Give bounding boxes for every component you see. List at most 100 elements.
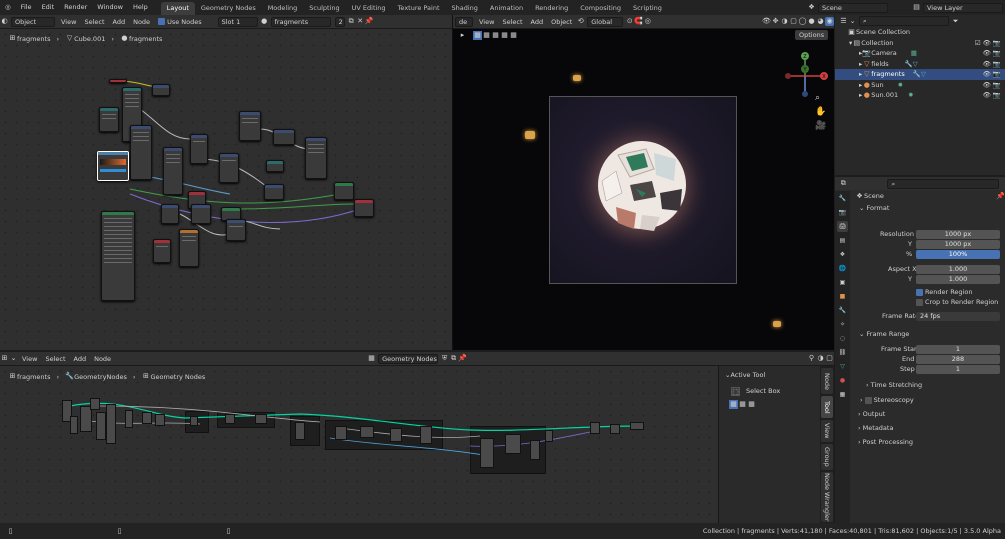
frame-rate-dropdown[interactable]: 24 fps: [916, 312, 1000, 321]
workspace-tab-compositing[interactable]: Compositing: [574, 2, 627, 15]
blender-logo-icon[interactable]: ◎: [0, 0, 16, 15]
node-tree-browse-icon[interactable]: ▦: [367, 354, 376, 363]
visibility-icons[interactable]: 👁 📷: [983, 80, 1001, 91]
pin-icon[interactable]: 📌: [996, 192, 1005, 201]
node[interactable]: [109, 79, 127, 83]
node[interactable]: [152, 84, 170, 96]
node[interactable]: [99, 107, 119, 132]
render-region-checkbox[interactable]: Render Region: [916, 288, 972, 297]
shading-wireframe-icon[interactable]: ◯: [798, 17, 807, 26]
copy-icon[interactable]: ⧉: [449, 354, 458, 363]
sun-data-icon[interactable]: ✹: [908, 91, 913, 99]
object-tab-icon[interactable]: ■: [837, 291, 848, 302]
filter-icon[interactable]: ⌄: [848, 17, 857, 26]
menu-node[interactable]: Node: [129, 15, 154, 29]
camera-view-icon[interactable]: 🎥: [815, 121, 826, 131]
workspace-tab-modeling[interactable]: Modeling: [262, 2, 304, 15]
active-tool-panel-header[interactable]: ⌄ Active Tool: [719, 369, 820, 381]
resolution-percent-slider[interactable]: 100%: [916, 250, 1000, 259]
properties-editor-icon[interactable]: ⧉: [839, 179, 847, 188]
node[interactable]: [161, 204, 179, 224]
frame-step-field[interactable]: 1: [916, 365, 1000, 374]
node[interactable]: [480, 438, 494, 468]
node[interactable]: [163, 147, 183, 195]
menu-edit[interactable]: Edit: [37, 0, 60, 15]
aspect-x-field[interactable]: 1.000: [916, 265, 1000, 274]
outliner-editor-icon[interactable]: ☰: [839, 17, 848, 26]
select-mode-new-icon[interactable]: ▦: [473, 31, 482, 40]
editor-type-icon[interactable]: ◐: [0, 17, 9, 26]
scene-selector[interactable]: ❖ Scene: [807, 2, 890, 13]
object-interaction-mode[interactable]: de: [455, 16, 473, 27]
select-mode-extend-icon[interactable]: ▦: [738, 400, 747, 409]
scene-tab-icon[interactable]: ❖: [837, 249, 848, 260]
panel-metadata[interactable]: › Metadata: [858, 424, 893, 433]
frame-end-field[interactable]: 288: [916, 355, 1000, 364]
workspace-tab-shading[interactable]: Shading: [446, 2, 484, 15]
view-layer-tab-icon[interactable]: ▤: [837, 235, 848, 246]
visibility-icons[interactable]: 👁 📷: [983, 69, 1001, 80]
navigation-gizmo[interactable]: Z Y X: [778, 49, 828, 99]
render-tab-icon[interactable]: 📷: [837, 207, 848, 218]
menu-select[interactable]: Select: [41, 352, 69, 366]
sidebar-tab-node-wrangler[interactable]: Node Wrangler: [821, 472, 833, 522]
node[interactable]: [90, 398, 100, 410]
properties-search-input[interactable]: ⌕: [887, 178, 999, 189]
sidebar-tab-group[interactable]: Group: [821, 444, 833, 470]
sidebar-tab-view[interactable]: View: [821, 420, 833, 442]
view-layer-selector[interactable]: ▤ View Layer: [912, 2, 1005, 13]
user-count[interactable]: 2: [334, 16, 345, 27]
node[interactable]: [335, 426, 347, 440]
workspace-tab-texture-paint[interactable]: Texture Paint: [392, 2, 446, 15]
outliner-item-fields[interactable]: ▸ ▽ fields 🔧▽ 👁 📷: [835, 59, 1005, 70]
node[interactable]: [264, 184, 284, 200]
overlay-icon[interactable]: ◑: [816, 354, 825, 363]
close-icon[interactable]: ✕: [356, 17, 365, 26]
visibility-icons[interactable]: 👁 📷: [983, 59, 1001, 70]
color-ramp-node[interactable]: [97, 151, 129, 181]
object-mode-dropdown[interactable]: Object: [11, 16, 55, 27]
workspace-tab-geometry-nodes[interactable]: Geometry Nodes: [195, 2, 262, 15]
panel-stereoscopy[interactable]: › Stereoscopy: [860, 396, 914, 405]
pin-icon[interactable]: 📌: [458, 354, 467, 363]
node[interactable]: [530, 440, 540, 460]
node-tree-name-field[interactable]: Geometry Nodes: [378, 353, 439, 364]
outliner-collection[interactable]: ▾▤Collection ☑ 👁 📷: [835, 38, 1005, 49]
outliner-item-fragments[interactable]: ▸ ▽ fragments 🔧▽ 👁 📷: [835, 69, 1005, 80]
geometry-node-canvas[interactable]: ⊞ fragments › 🔧 GeometryNodes › ⊞ Geomet…: [0, 366, 718, 523]
outliner-item-sun[interactable]: ▸●Sun ✹ 👁 📷: [835, 80, 1005, 91]
node[interactable]: [130, 125, 152, 180]
menu-help[interactable]: Help: [128, 0, 153, 15]
panel-time-stretching[interactable]: › Time Stretching: [866, 381, 922, 390]
node[interactable]: [190, 416, 198, 426]
modifier-tab-icon[interactable]: 🔧: [837, 305, 848, 316]
camera-data-icon[interactable]: ▦: [911, 49, 917, 57]
overlay-icon[interactable]: ◑: [780, 17, 789, 26]
menu-render[interactable]: Render: [59, 0, 92, 15]
menu-object[interactable]: Object: [547, 15, 576, 29]
shading-rendered-icon[interactable]: ◉: [825, 17, 834, 26]
menu-view[interactable]: View: [18, 352, 41, 366]
panel-format-header[interactable]: ⌄ Format: [853, 202, 1005, 214]
resolution-y-field[interactable]: 1000 px: [916, 240, 1000, 249]
node[interactable]: [266, 160, 284, 172]
visibility-icons[interactable]: 👁 📷: [983, 48, 1001, 59]
visibility-icon[interactable]: 👁: [762, 17, 771, 26]
node[interactable]: [545, 430, 553, 442]
aspect-y-field[interactable]: 1.000: [916, 275, 1000, 284]
node[interactable]: [305, 137, 327, 179]
select-mode-subtract-icon[interactable]: ▦: [747, 400, 756, 409]
select-mode-invert-icon[interactable]: ▦: [500, 31, 509, 40]
gizmo-icon[interactable]: ✥: [771, 17, 780, 26]
workspace-tab-uv-editing[interactable]: UV Editing: [346, 2, 392, 15]
node[interactable]: [142, 412, 152, 424]
outliner-item-sun-001[interactable]: ▸●Sun.001 ✹ 👁 📷: [835, 90, 1005, 101]
outliner-search-input[interactable]: ⌕: [859, 16, 949, 26]
menu-select[interactable]: Select: [80, 15, 108, 29]
world-tab-icon[interactable]: 🌐: [837, 263, 848, 274]
menu-add[interactable]: Add: [527, 15, 548, 29]
node[interactable]: [273, 129, 295, 145]
toolbar-toggle-icon[interactable]: ▸: [458, 31, 467, 40]
output-tab-icon[interactable]: 🖨: [837, 221, 848, 232]
node[interactable]: [191, 204, 211, 224]
